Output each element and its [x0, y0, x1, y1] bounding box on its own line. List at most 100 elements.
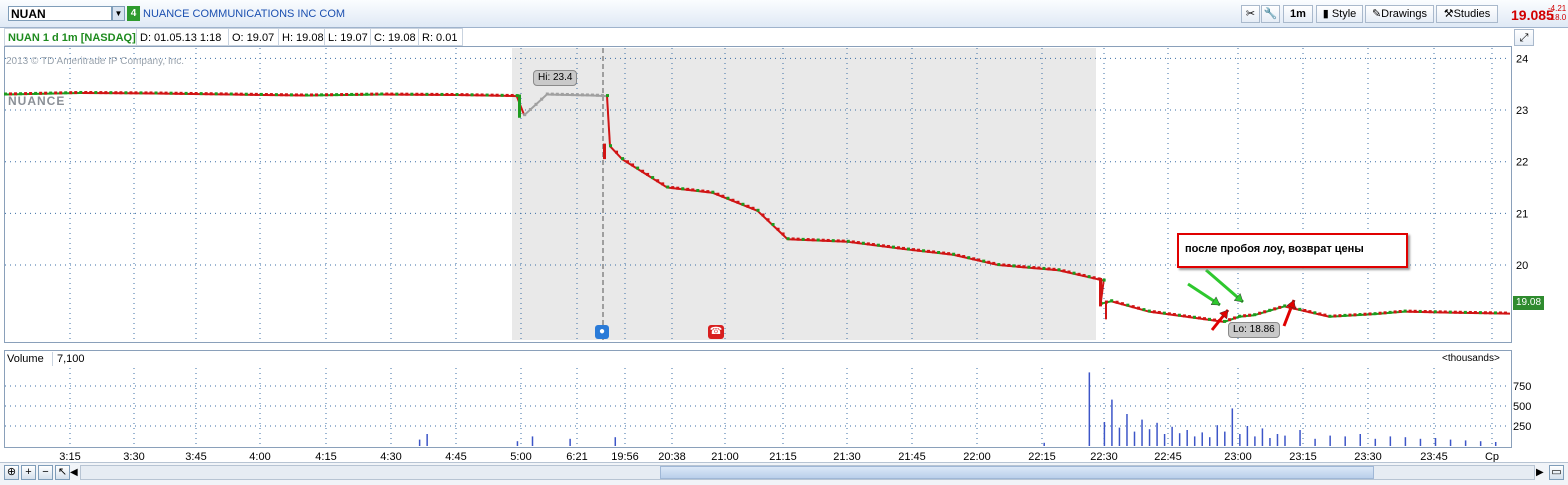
y-tick-label: 23 [1516, 105, 1528, 117]
price-candle [615, 150, 619, 154]
price-candle [886, 244, 890, 248]
price-candle [395, 92, 399, 96]
y-tick-label: 21 [1516, 208, 1528, 220]
price-candle [1007, 263, 1011, 267]
price-candle [239, 92, 243, 96]
price-candle [360, 92, 364, 96]
expand-icon[interactable]: ▭ [1549, 465, 1564, 480]
price-candle [1413, 309, 1417, 313]
zoom-reset-icon[interactable]: ⊕ [4, 465, 19, 480]
price-candle [134, 91, 138, 95]
price-candle [600, 93, 604, 97]
scroll-right-icon[interactable]: ▶ [1536, 467, 1544, 478]
price-candle [69, 91, 73, 95]
price-candle [766, 218, 770, 222]
price-candle [1022, 265, 1026, 269]
price-candle [1398, 310, 1402, 314]
price-candle [741, 202, 745, 206]
price-candle [796, 237, 800, 241]
price-segment [1238, 314, 1255, 318]
price-candle [299, 93, 303, 97]
price-candle [736, 200, 740, 204]
price-candle [1488, 311, 1492, 315]
price-candle [681, 187, 685, 191]
price-candle [1052, 267, 1056, 271]
price-candle [430, 92, 434, 96]
price-candle [475, 93, 479, 97]
price-candle [846, 239, 850, 243]
price-candle [686, 187, 690, 191]
price-candle [1177, 313, 1181, 317]
price-candle [746, 204, 750, 208]
price-candle [962, 255, 966, 259]
zoom-in-icon[interactable]: + [21, 465, 36, 480]
volume-pane[interactable] [4, 350, 1512, 448]
price-candle [1187, 315, 1191, 319]
price-candle [500, 93, 504, 97]
price-candle [1308, 310, 1312, 314]
price-candle [907, 247, 910, 251]
price-candle [1438, 310, 1442, 314]
price-candle [355, 92, 359, 96]
price-candle [1498, 311, 1502, 315]
price-candle [1152, 310, 1156, 314]
price-candle [866, 242, 870, 246]
price-candle [244, 92, 248, 96]
price-candle [410, 92, 414, 96]
y-tick-label: 24 [1516, 53, 1528, 65]
price-candle [335, 93, 339, 97]
volume-units: <thousands> [1442, 353, 1500, 364]
price-candle [1328, 314, 1332, 318]
price-candle [1433, 310, 1437, 314]
price-candle [380, 92, 384, 96]
price-candle [194, 92, 198, 96]
price-candle [99, 91, 103, 95]
annotation-box[interactable]: после пробоя лоу, возврат цены [1177, 233, 1408, 268]
price-candle [1458, 310, 1462, 314]
price-candle [952, 252, 956, 256]
price-candle [1092, 276, 1096, 280]
price-candle [927, 249, 931, 253]
price-candle [626, 160, 630, 164]
price-candle [1110, 299, 1114, 303]
price-candle [651, 176, 655, 180]
price-candle [310, 93, 314, 97]
zoom-out-icon[interactable]: − [38, 465, 53, 480]
price-candle [1027, 265, 1031, 269]
price-candle [1102, 278, 1106, 282]
scroll-left-icon[interactable]: ◀ [70, 467, 78, 478]
price-candle [174, 91, 178, 95]
price-candle-spike [1105, 301, 1107, 320]
price-candle [254, 92, 258, 96]
conference-call-icon[interactable]: ☎ [708, 325, 724, 339]
price-candle [470, 93, 474, 97]
price-candle [1268, 308, 1272, 312]
price-candle [1278, 305, 1282, 309]
price-candle [570, 93, 574, 97]
price-candle [1208, 317, 1211, 321]
news-event-icon[interactable]: ● [595, 325, 609, 339]
price-candle [440, 92, 444, 96]
price-candle [1323, 313, 1327, 317]
price-candle [523, 113, 527, 117]
price-candle [621, 157, 625, 161]
price-candle [505, 93, 509, 97]
pointer-icon[interactable]: ↖ [55, 465, 70, 480]
volume-title: Volume [7, 353, 44, 365]
price-candle [1393, 310, 1397, 314]
price-candle [801, 237, 805, 241]
price-candle [721, 194, 725, 198]
price-candle [751, 206, 755, 210]
price-candle [661, 182, 665, 186]
volume-value: 7,100 [52, 352, 85, 366]
price-candle [1032, 266, 1036, 270]
scroll-thumb[interactable] [660, 466, 1374, 479]
price-candle [932, 250, 936, 254]
y-tick-label: 22 [1516, 157, 1528, 169]
price-candle [74, 91, 78, 95]
price-candle [806, 238, 810, 242]
price-candle [836, 239, 840, 243]
price-candle [1478, 311, 1482, 315]
price-candle [609, 144, 613, 148]
price-candle [455, 93, 459, 97]
